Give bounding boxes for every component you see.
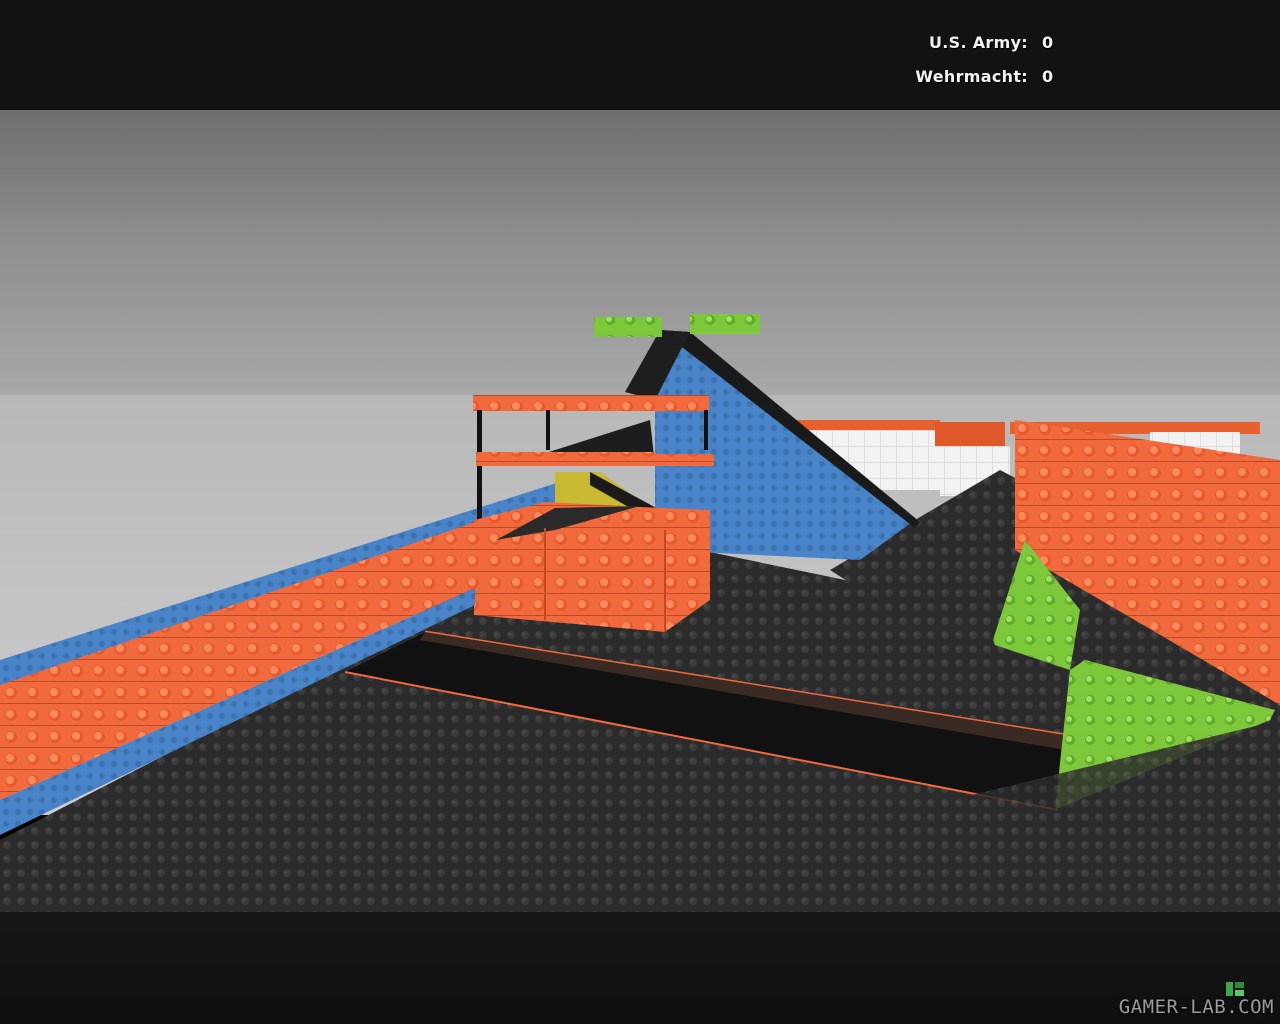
orange-shelf-top <box>473 395 709 411</box>
green-platform-left <box>594 317 662 337</box>
bottom-hud-bar: GAMER-LAB.COM <box>0 912 1280 1024</box>
team-name-us-army: U.S. Army: <box>928 33 1028 52</box>
score-row-wehrmacht: Wehrmacht: 0 <box>915 67 1054 86</box>
team-name-wehrmacht: Wehrmacht: <box>915 67 1028 86</box>
watermark-text: GAMER-LAB.COM <box>1118 996 1274 1018</box>
orange-shelf-mid <box>476 452 656 466</box>
green-platform-right <box>690 314 760 334</box>
orange-box <box>474 502 710 632</box>
game-viewport[interactable] <box>0 110 1280 912</box>
scoreboard-bar: U.S. Army: 0 Wehrmacht: 0 <box>0 0 1280 110</box>
team-score-us-army: 0 <box>1042 33 1054 52</box>
team-score-wehrmacht: 0 <box>1042 67 1054 86</box>
sky <box>0 110 1280 400</box>
score-row-us-army: U.S. Army: 0 <box>929 33 1054 52</box>
